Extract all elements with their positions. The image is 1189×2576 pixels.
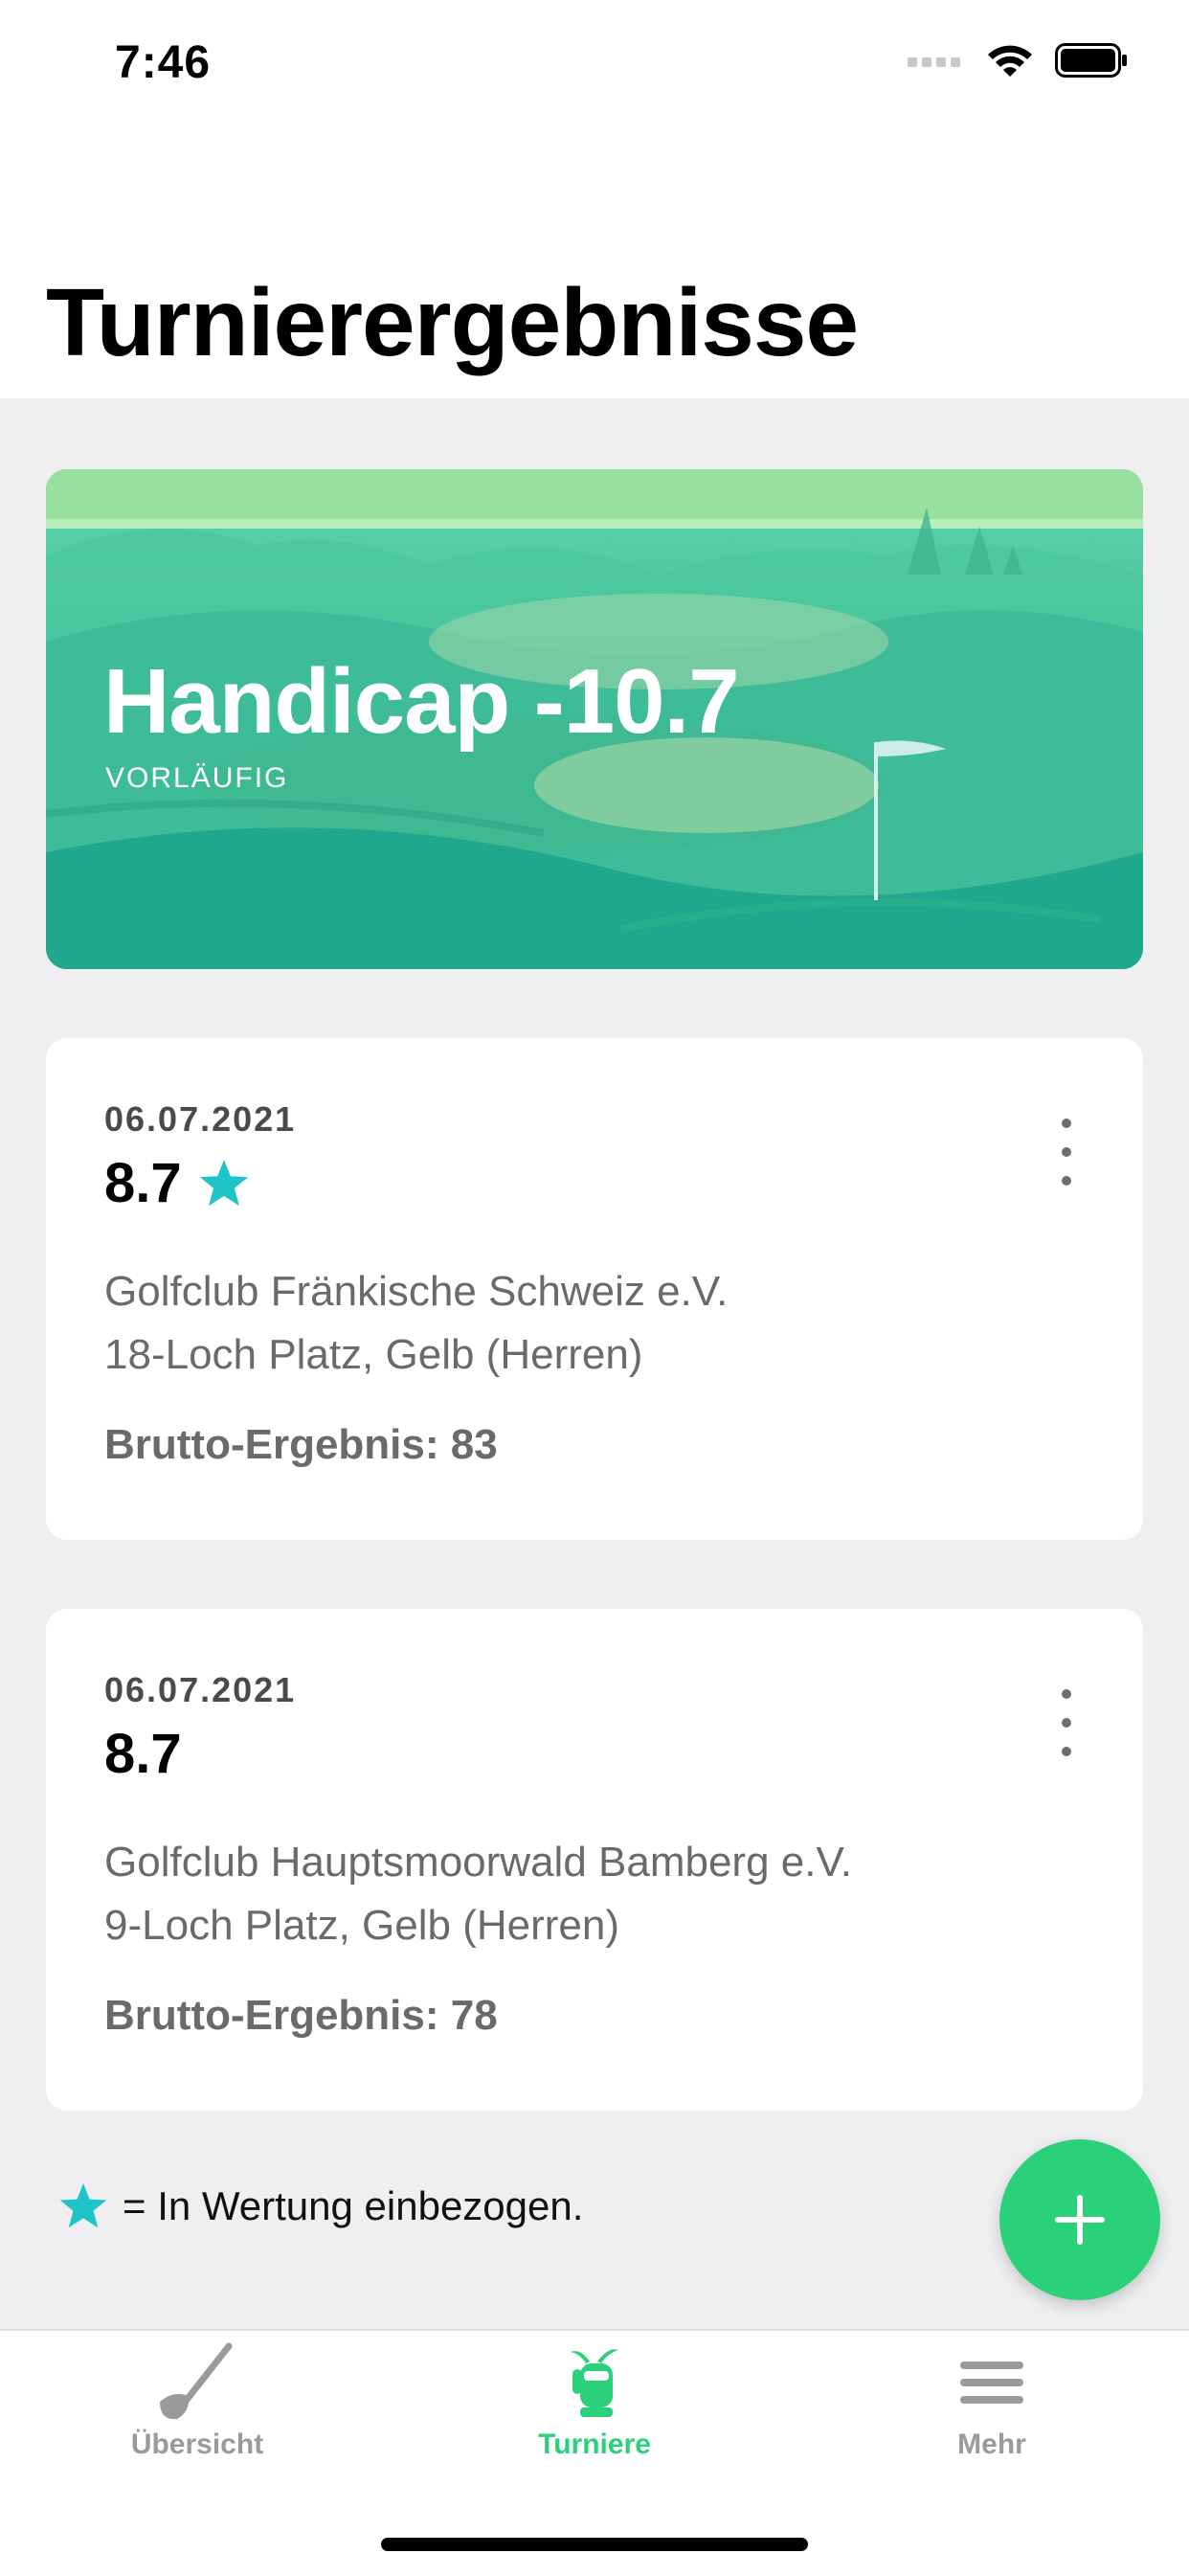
tab-label: Mehr bbox=[957, 2429, 1026, 2460]
home-indicator bbox=[381, 2538, 808, 2551]
result-course: 18-Loch Platz, Gelb (Herren) bbox=[104, 1331, 643, 1378]
plus-icon bbox=[1055, 2195, 1105, 2245]
tournament-result-card[interactable]: 06.07.2021 8.7 Golfclub Hauptsmoorwald B… bbox=[46, 1609, 1143, 2111]
tab-overview[interactable]: Übersicht bbox=[54, 2342, 341, 2461]
result-course: 9-Loch Platz, Gelb (Herren) bbox=[104, 1902, 619, 1949]
wifi-icon bbox=[988, 45, 1032, 77]
page-title: Turnierergebnisse bbox=[46, 269, 859, 376]
add-result-button[interactable] bbox=[999, 2139, 1160, 2300]
result-score-row: 8.7 bbox=[104, 1151, 251, 1215]
status-bar: 7:46 bbox=[0, 0, 1189, 124]
battery-icon bbox=[1055, 43, 1127, 78]
golf-bag-icon bbox=[571, 2349, 618, 2417]
result-gross-score: Brutto-Ergebnis: 78 bbox=[104, 1992, 498, 2039]
handicap-status: VORLÄUFIG bbox=[105, 762, 289, 794]
tab-more[interactable]: Mehr bbox=[848, 2342, 1135, 2461]
result-date: 06.07.2021 bbox=[104, 1670, 297, 1709]
tab-label: Übersicht bbox=[130, 2429, 264, 2460]
more-options-button[interactable] bbox=[1047, 1119, 1086, 1186]
status-time: 7:46 bbox=[115, 37, 212, 88]
star-icon bbox=[59, 2182, 107, 2228]
dot bbox=[1062, 1176, 1071, 1186]
result-score: 8.7 bbox=[104, 1152, 182, 1214]
dot bbox=[1062, 1147, 1071, 1157]
golf-club-icon bbox=[160, 2342, 233, 2420]
more-options-button[interactable] bbox=[1047, 1689, 1086, 1756]
dot bbox=[1062, 1119, 1071, 1128]
legend: = In Wertung einbezogen. bbox=[57, 2181, 583, 2231]
cellular-signal-icon bbox=[908, 57, 960, 67]
result-club: Golfclub Fränkische Schweiz e.V. bbox=[104, 1268, 729, 1315]
dot bbox=[1062, 1747, 1071, 1756]
tab-tournaments[interactable]: Turniere bbox=[451, 2342, 738, 2461]
result-club: Golfclub Hauptsmoorwald Bamberg e.V. bbox=[104, 1839, 852, 1886]
dot bbox=[1062, 1718, 1071, 1728]
result-score-row: 8.7 bbox=[104, 1722, 182, 1786]
tournament-result-card[interactable]: 06.07.2021 8.7 Golfclub Fränkische Schwe… bbox=[46, 1038, 1143, 1540]
result-gross-score: Brutto-Ergebnis: 83 bbox=[104, 1421, 498, 1468]
star-icon bbox=[199, 1159, 248, 1206]
header-area: 7:46 Turnierergebnisse bbox=[0, 0, 1189, 398]
result-date: 06.07.2021 bbox=[104, 1099, 297, 1139]
handicap-card: Handicap -10.7 VORLÄUFIG bbox=[46, 469, 1143, 969]
tab-label: Turniere bbox=[538, 2429, 651, 2460]
dot bbox=[1062, 1689, 1071, 1699]
status-icons bbox=[908, 42, 1128, 79]
menu-icon bbox=[960, 2361, 1023, 2404]
result-score: 8.7 bbox=[104, 1723, 182, 1785]
handicap-value: Handicap -10.7 bbox=[103, 650, 740, 753]
legend-text: = In Wertung einbezogen. bbox=[123, 2183, 584, 2228]
